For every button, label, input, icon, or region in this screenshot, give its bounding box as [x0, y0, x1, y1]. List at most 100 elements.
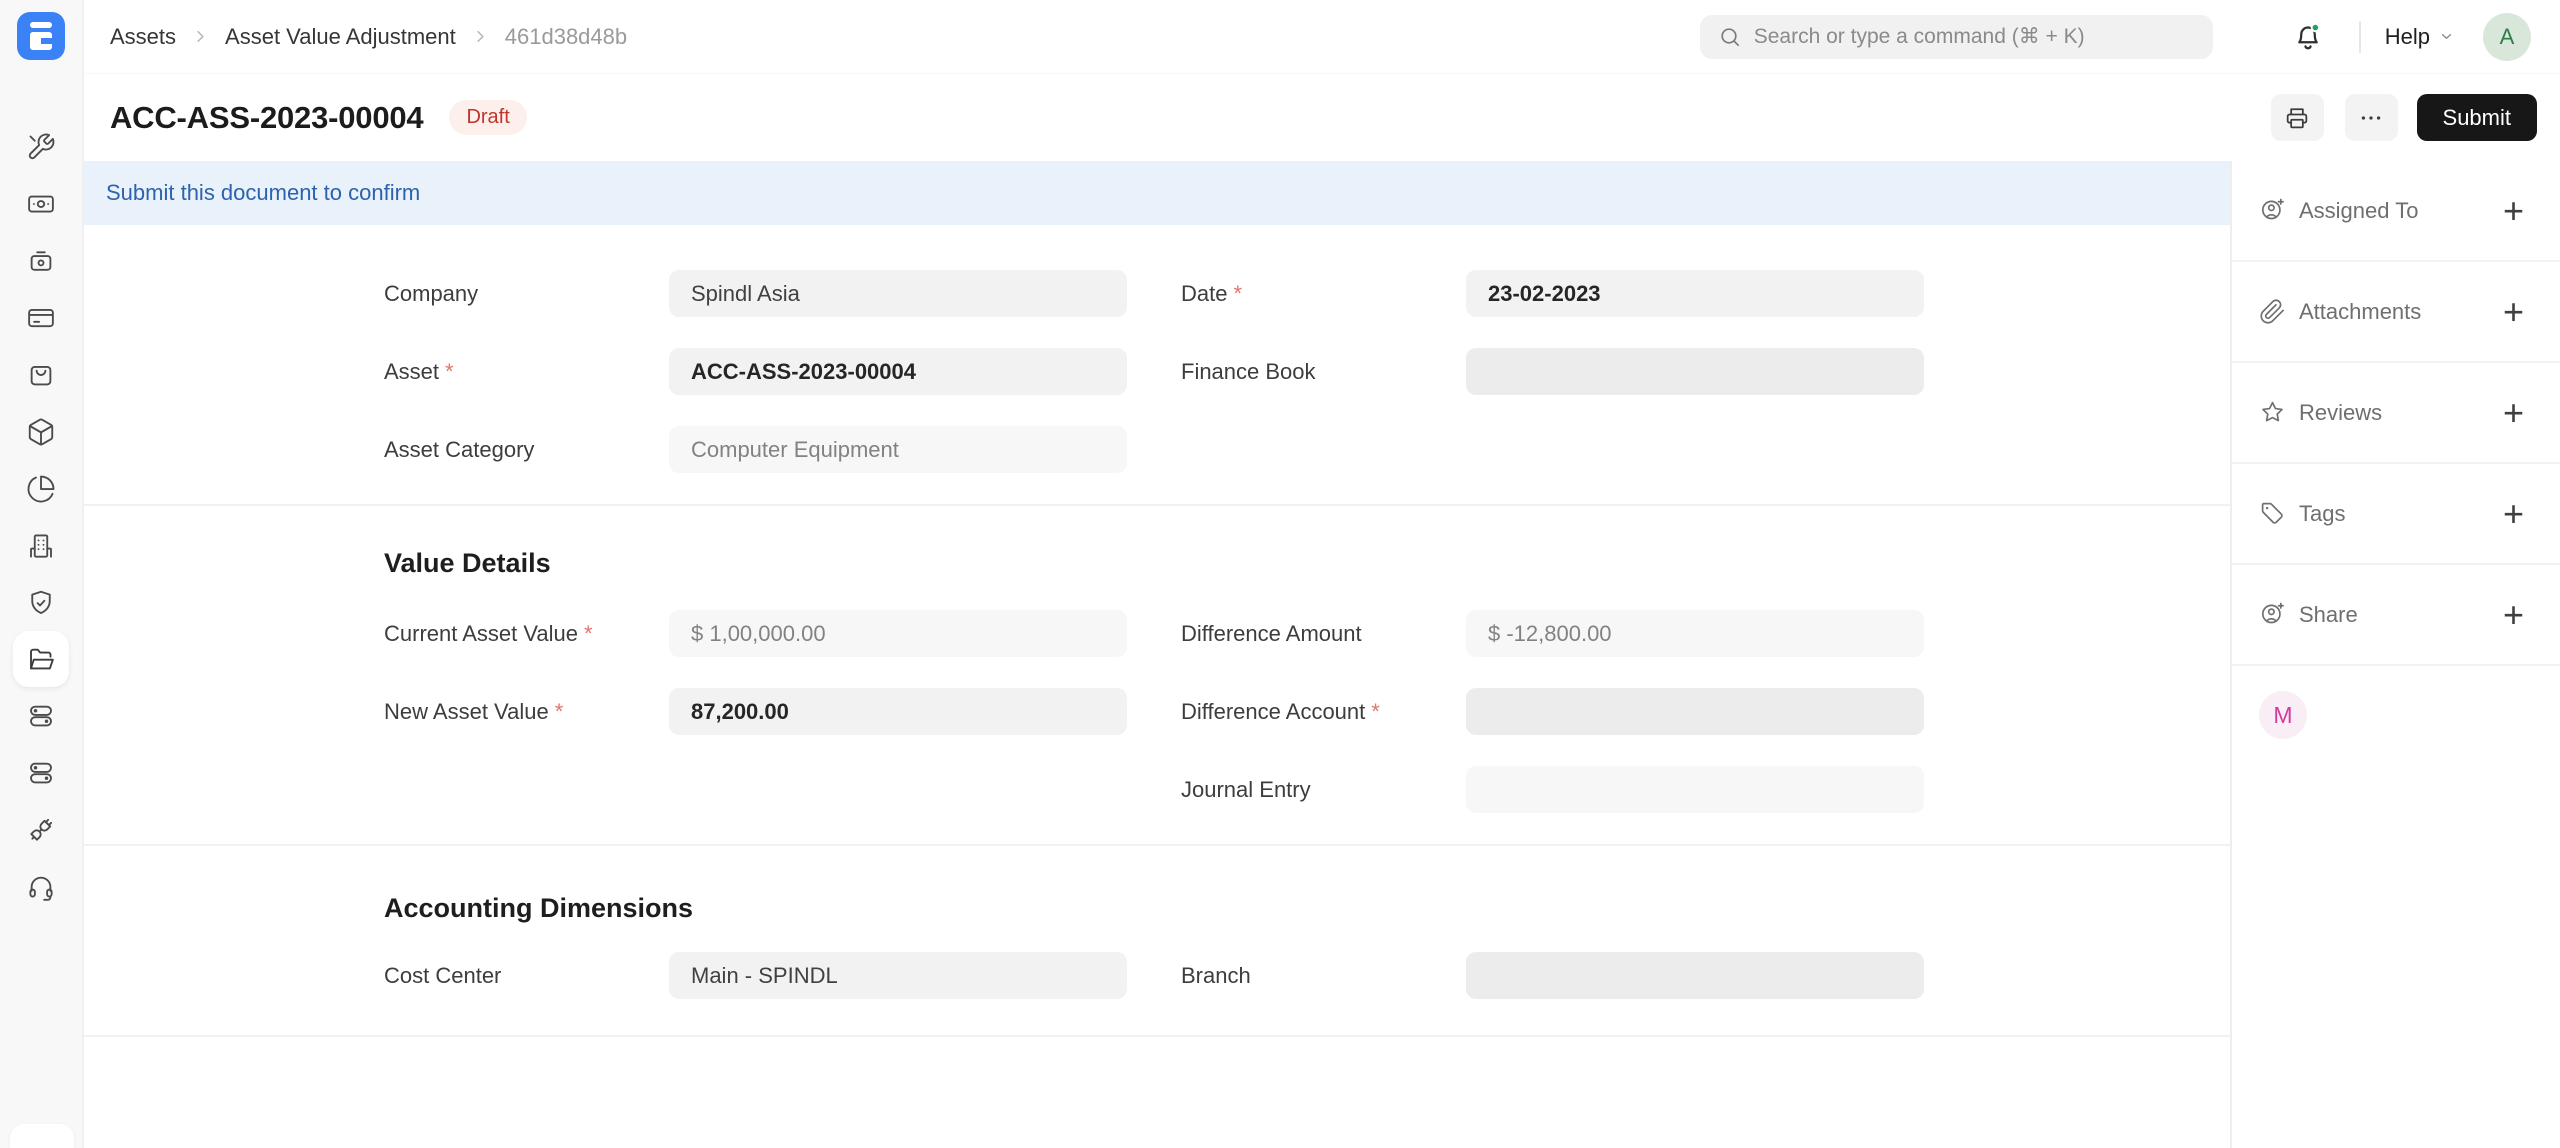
reviews-section: Reviews +: [2232, 363, 2560, 464]
toggles-icon: [26, 758, 56, 788]
add-assignment-button[interactable]: +: [2503, 193, 2524, 229]
user-avatar-initial: A: [2500, 24, 2515, 50]
document-side-panel: Assigned To + Attachments + Reviews + Ta…: [2230, 161, 2560, 1148]
tools-icon: [26, 132, 56, 162]
tag-icon: [2259, 500, 2286, 527]
sidebar-item-payables[interactable]: [13, 289, 69, 346]
sidebar-item-customization[interactable]: [13, 744, 69, 801]
section-title-value-details: Value Details: [384, 547, 2230, 579]
shield-check-icon: [26, 588, 56, 618]
sidebar-item-stock[interactable]: [13, 403, 69, 460]
new-asset-value-field[interactable]: 87,200.00: [669, 688, 1127, 735]
add-review-button[interactable]: +: [2503, 395, 2524, 431]
help-label: Help: [2385, 24, 2430, 50]
sidebar-item-analytics[interactable]: [13, 460, 69, 517]
banknote-icon: [26, 189, 56, 219]
user-avatar[interactable]: A: [2483, 13, 2531, 61]
cost-center-field[interactable]: Main - SPINDL: [669, 952, 1127, 999]
required-asterisk: *: [1371, 699, 1380, 724]
current-asset-value-label: Current Asset Value: [384, 621, 578, 646]
breadcrumb-assets[interactable]: Assets: [110, 24, 176, 50]
sidebar-item-buying[interactable]: [13, 346, 69, 403]
printer-icon: [2283, 104, 2311, 132]
page-title: ACC-ASS-2023-00004: [110, 100, 423, 136]
banner-text: Submit this document to confirm: [106, 180, 420, 206]
notifications-button[interactable]: [2290, 19, 2326, 55]
share-section: Share +: [2232, 565, 2560, 666]
section-divider: [84, 1035, 2230, 1037]
building-icon: [26, 531, 56, 561]
sidebar-item-settings[interactable]: [13, 687, 69, 744]
help-menu[interactable]: Help: [2385, 24, 2455, 50]
tags-label: Tags: [2299, 501, 2345, 527]
search-input[interactable]: [1754, 25, 2195, 49]
sidebar-bottom-tile: [10, 1124, 74, 1148]
difference-amount-field: $ -12,800.00: [1466, 610, 1924, 657]
ellipsis-icon: [2357, 104, 2385, 132]
app-window: Assets Asset Value Adjustment 461d38d48b…: [0, 0, 2560, 1148]
add-tag-button[interactable]: +: [2503, 496, 2524, 532]
submit-button[interactable]: Submit: [2417, 94, 2537, 141]
add-attachment-button[interactable]: +: [2503, 294, 2524, 330]
journal-entry-field: [1466, 766, 1924, 813]
branch-label: Branch: [1181, 963, 1251, 988]
asset-field[interactable]: ACC-ASS-2023-00004: [669, 348, 1127, 395]
app-logo[interactable]: [17, 12, 65, 60]
status-badge: Draft: [449, 100, 526, 135]
assigned-to-label: Assigned To: [2299, 198, 2418, 224]
paperclip-icon: [2259, 298, 2286, 325]
date-field[interactable]: 23-02-2023: [1466, 270, 1924, 317]
asset-category-label: Asset Category: [384, 437, 534, 462]
credit-card-icon: [26, 303, 56, 333]
global-search[interactable]: [1700, 15, 2213, 59]
viewer-avatar-initial: M: [2273, 702, 2292, 729]
sidebar-item-projects-active[interactable]: [13, 631, 69, 687]
folder-icon: [26, 644, 56, 674]
difference-amount-label: Difference Amount: [1181, 621, 1362, 646]
header-actions: Submit: [2250, 94, 2537, 141]
required-asterisk: *: [445, 359, 454, 384]
new-asset-value-label: New Asset Value: [384, 699, 549, 724]
journal-entry-label: Journal Entry: [1181, 777, 1311, 802]
plug-icon: [26, 815, 56, 845]
cost-center-label: Cost Center: [384, 963, 501, 988]
bell-icon: [2290, 19, 2326, 55]
difference-account-field[interactable]: [1466, 688, 1924, 735]
section-title-accounting-dimensions: Accounting Dimensions: [384, 892, 2230, 924]
sidebar-item-integrations[interactable]: [13, 801, 69, 858]
user-plus-icon: [2259, 197, 2286, 224]
viewer-avatar[interactable]: M: [2259, 691, 2307, 739]
sidebar-item-support[interactable]: [13, 858, 69, 915]
form-area: Submit this document to confirm Company …: [84, 161, 2230, 1148]
share-label: Share: [2299, 602, 2358, 628]
pie-chart-icon: [26, 474, 56, 504]
sidebar-item-payments[interactable]: [13, 175, 69, 232]
attachments-label: Attachments: [2299, 299, 2421, 325]
archive-box-icon: [26, 246, 56, 276]
sidebar-item-assets[interactable]: [13, 232, 69, 289]
company-field[interactable]: Spindl Asia: [669, 270, 1127, 317]
chevron-right-icon: [471, 27, 490, 46]
attachments-section: Attachments +: [2232, 262, 2560, 363]
page-header: ACC-ASS-2023-00004 Draft Submit: [84, 74, 2560, 161]
required-asterisk: *: [584, 621, 593, 646]
sidebar-item-tools[interactable]: [13, 118, 69, 175]
headset-icon: [26, 872, 56, 902]
top-navbar: Assets Asset Value Adjustment 461d38d48b…: [84, 0, 2560, 74]
module-icon-rail: [0, 118, 82, 915]
asset-category-field: Computer Equipment: [669, 426, 1127, 473]
finance-book-label: Finance Book: [1181, 359, 1316, 384]
search-icon: [1718, 25, 1742, 49]
branch-field[interactable]: [1466, 952, 1924, 999]
breadcrumb-doctype[interactable]: Asset Value Adjustment: [225, 24, 456, 50]
company-label: Company: [384, 281, 478, 306]
section-divider: [84, 504, 2230, 506]
more-menu-button[interactable]: [2345, 94, 2398, 141]
add-share-button[interactable]: +: [2503, 597, 2524, 633]
finance-book-field[interactable]: [1466, 348, 1924, 395]
topbar-divider: [2359, 21, 2361, 53]
print-button[interactable]: [2271, 94, 2324, 141]
current-asset-value-field: $ 1,00,000.00: [669, 610, 1127, 657]
sidebar-item-company[interactable]: [13, 517, 69, 574]
sidebar-item-quality[interactable]: [13, 574, 69, 631]
